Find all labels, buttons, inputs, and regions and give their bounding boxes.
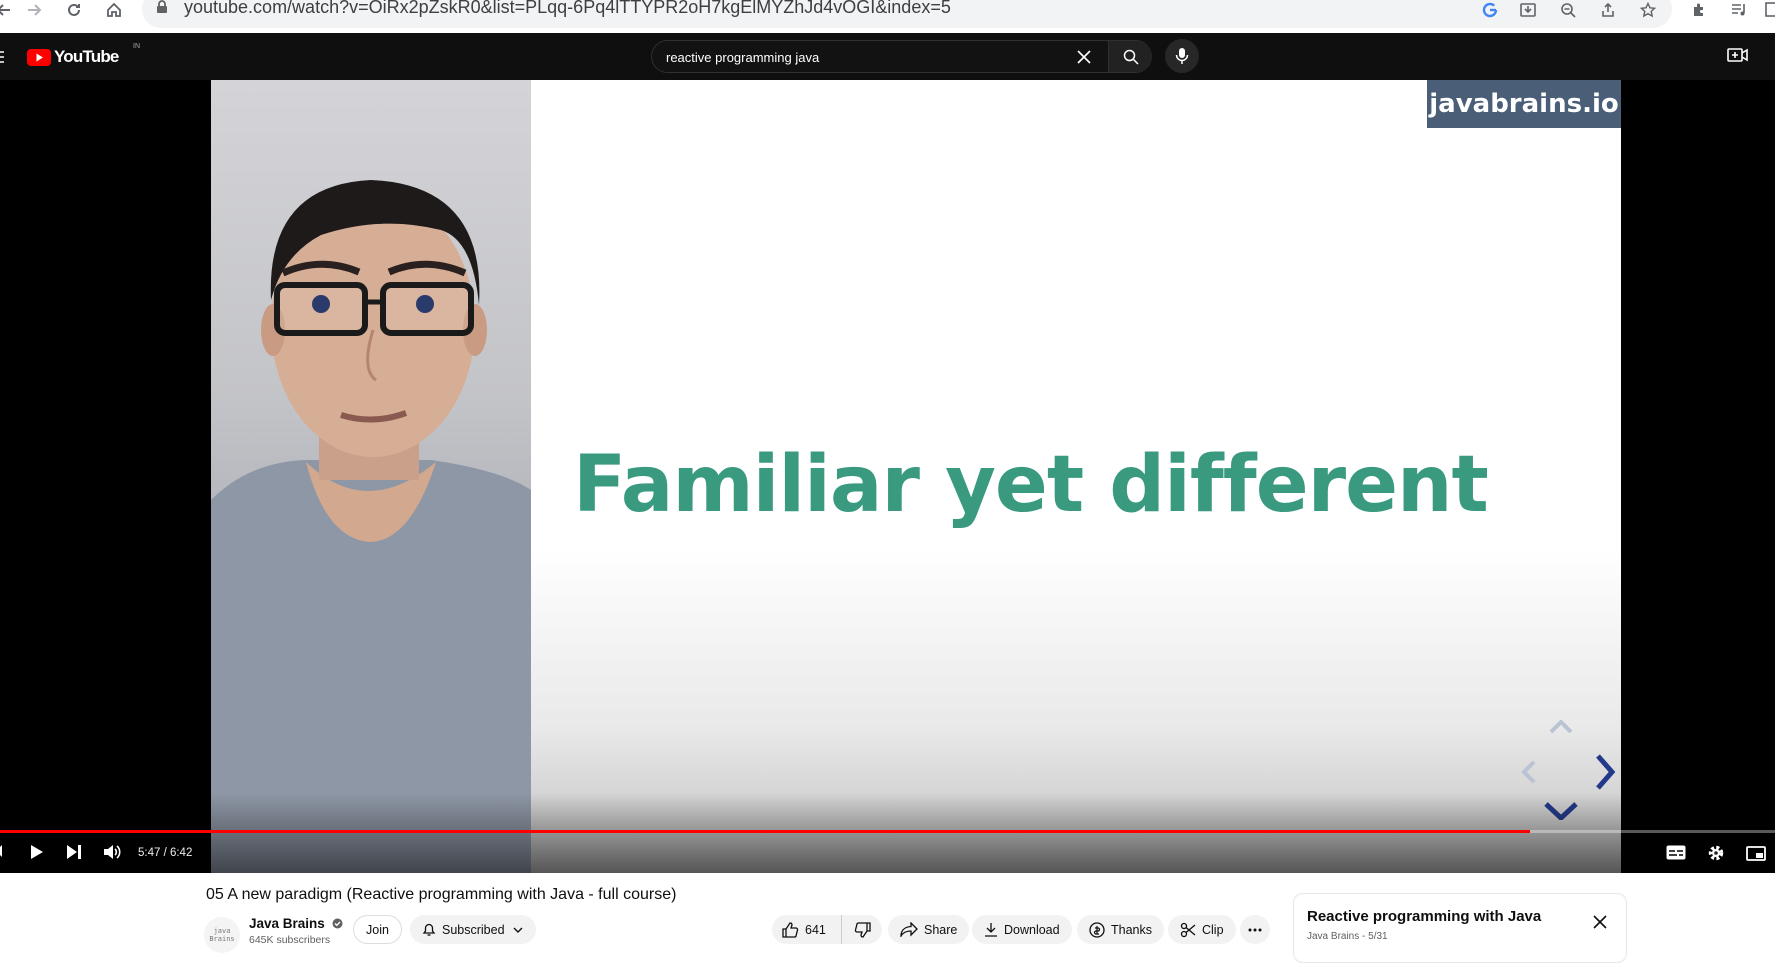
controls-gradient [0, 793, 1775, 873]
more-actions-button[interactable] [1240, 915, 1270, 944]
playlist-title[interactable]: Reactive programming with Java [1307, 908, 1541, 925]
create-video-icon[interactable] [1727, 46, 1749, 69]
zoom-out-icon[interactable] [1554, 0, 1582, 20]
progress-bar[interactable] [0, 830, 1775, 833]
share-icon [900, 922, 918, 937]
thanks-label: Thanks [1111, 922, 1152, 937]
miniplayer-button[interactable] [1746, 846, 1766, 861]
like-count: 641 [805, 922, 826, 937]
chevron-down-icon [513, 927, 523, 933]
avatar-text: java Brains [209, 927, 235, 943]
forward-icon[interactable] [20, 0, 48, 20]
search-icon [1123, 49, 1139, 65]
logo-wordmark: YouTube [54, 47, 119, 66]
install-icon[interactable] [1514, 0, 1542, 20]
search-input[interactable]: reactive programming java [666, 50, 819, 65]
share-button[interactable]: Share [888, 915, 970, 944]
subtitles-icon [1666, 845, 1686, 860]
playlist-meta: Java Brains - 5/31 [1307, 931, 1388, 942]
next-icon [67, 845, 81, 859]
next-button[interactable] [66, 844, 82, 860]
previous-icon[interactable] [0, 843, 4, 859]
search-box[interactable]: reactive programming java [651, 40, 1152, 73]
country-code: IN [133, 43, 140, 50]
dislike-button[interactable] [842, 915, 882, 944]
bookmark-star-icon[interactable] [1634, 0, 1662, 20]
download-label: Download [1004, 922, 1060, 937]
progress-played [0, 830, 1531, 833]
playlist-panel[interactable]: Reactive programming with Java Java Brai… [1293, 893, 1627, 963]
time-display: 5:47 / 6:42 [138, 847, 193, 859]
super-thanks-icon [1089, 921, 1105, 938]
video-frame: javabrains.io Familiar yet different [211, 80, 1621, 873]
thanks-button[interactable]: Thanks [1077, 915, 1164, 944]
back-icon[interactable] [0, 0, 18, 20]
play-icon [31, 845, 43, 859]
presenter-illustration [211, 180, 531, 873]
channel-avatar[interactable]: java Brains [204, 917, 240, 953]
volume-button[interactable] [103, 844, 121, 860]
join-button[interactable]: Join [353, 915, 402, 944]
voice-search-button[interactable] [1165, 39, 1199, 73]
home-icon[interactable] [100, 0, 128, 20]
guide-menu-icon[interactable] [0, 50, 4, 68]
like-dislike-group: 641 [772, 915, 882, 944]
youtube-play-logo-icon [27, 48, 51, 66]
share-page-icon[interactable] [1594, 0, 1622, 20]
presenter-video [211, 80, 531, 873]
channel-name-text[interactable]: Java Brains [249, 916, 325, 931]
subscribed-label: Subscribed [442, 922, 505, 937]
extensions-icon[interactable] [1685, 0, 1713, 20]
clip-label: Clip [1202, 922, 1224, 937]
join-label: Join [366, 922, 389, 937]
verified-icon [332, 918, 343, 929]
clip-button[interactable]: Clip [1168, 915, 1236, 944]
close-icon[interactable] [1591, 913, 1609, 936]
clear-search-icon[interactable] [1075, 48, 1093, 71]
bell-icon [422, 923, 436, 936]
subtitles-button[interactable] [1666, 845, 1686, 860]
channel-name[interactable]: Java Brains [249, 916, 343, 931]
settings-button[interactable] [1707, 844, 1725, 862]
miniplayer-icon [1746, 846, 1766, 861]
search-button[interactable] [1108, 41, 1152, 72]
download-icon [985, 923, 997, 937]
thumbs-up-icon [782, 921, 799, 938]
scissors-icon [1180, 922, 1196, 937]
youtube-header: YouTube IN reactive programming java [0, 33, 1775, 80]
youtube-logo[interactable]: YouTube IN [27, 43, 140, 67]
like-button[interactable]: 641 [772, 915, 842, 944]
play-button[interactable] [28, 844, 44, 860]
subscribed-button[interactable]: Subscribed [410, 915, 536, 944]
gear-icon [1708, 845, 1724, 861]
slide-title: Familiar yet different [573, 440, 1489, 530]
url-text[interactable]: youtube.com/watch?v=OiRx2pZskR0&list=PLq… [184, 0, 951, 18]
volume-icon [104, 845, 121, 859]
microphone-icon [1175, 48, 1189, 64]
video-title: 05 A new paradigm (Reactive programming … [206, 886, 677, 903]
browser-toolbar: youtube.com/watch?v=OiRx2pZskR0&list=PLq… [0, 0, 1775, 33]
side-panel-icon[interactable] [1758, 0, 1775, 20]
video-player[interactable]: javabrains.io Familiar yet different 5:4… [0, 80, 1775, 873]
share-label: Share [924, 922, 958, 937]
download-button[interactable]: Download [972, 915, 1072, 944]
google-icon[interactable] [1476, 0, 1504, 20]
lock-icon[interactable] [156, 0, 168, 19]
media-control-icon[interactable] [1725, 0, 1753, 20]
brand-badge: javabrains.io [1427, 80, 1621, 128]
more-horizontal-icon [1248, 928, 1262, 931]
subscriber-count: 645K subscribers [249, 934, 331, 946]
thumbs-down-icon [854, 921, 871, 938]
reload-icon[interactable] [60, 0, 88, 20]
